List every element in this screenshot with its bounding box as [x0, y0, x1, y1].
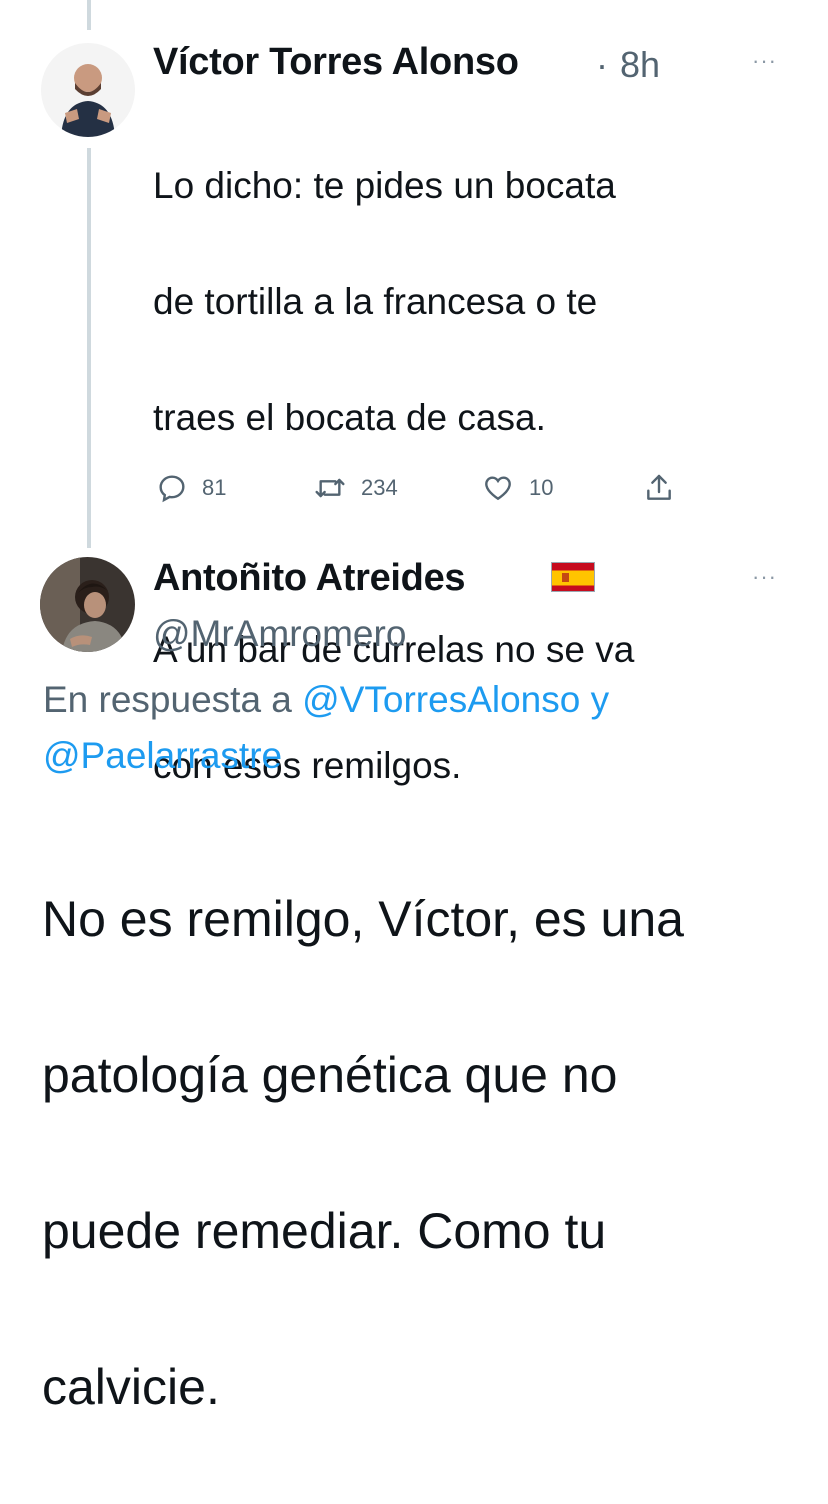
tweet-text-2: No es remilgo, Víctor, es una patología …	[42, 802, 812, 1504]
tweet2-line-1: No es remilgo, Víctor, es una	[42, 891, 684, 947]
author-handle[interactable]: @MrAmromero	[153, 613, 406, 655]
tweet-line-3: traes el bocata de casa.	[153, 397, 546, 438]
spain-flag-icon	[551, 562, 595, 592]
more-options-icon[interactable]: ···	[752, 48, 777, 74]
reply-context: En respuesta a @VTorresAlonso y @Paelarr…	[43, 672, 803, 784]
tweet-line-2: de tortilla a la francesa o te	[153, 281, 598, 322]
author-name[interactable]: Víctor Torres Alonso	[153, 41, 519, 84]
mention-join: y	[580, 679, 610, 720]
heart-icon	[485, 476, 511, 501]
thread-line-top	[87, 0, 91, 30]
mention-vtorresalonso[interactable]: @VTorresAlonso	[302, 679, 580, 720]
like-count: 10	[529, 475, 554, 500]
tweet2-line-4: calvicie.	[42, 1359, 220, 1415]
reply-count: 81	[202, 475, 227, 500]
retweet-icon	[315, 478, 345, 498]
tweet-line-1: Lo dicho: te pides un bocata	[153, 165, 616, 206]
tweet-time[interactable]: 8h	[620, 44, 660, 86]
share-button[interactable]	[643, 470, 689, 506]
retweet-count: 234	[361, 475, 398, 500]
tweet2-line-3: puede remediar. Como tu	[42, 1203, 607, 1259]
thread-line	[87, 148, 91, 548]
reply-icon	[159, 475, 185, 503]
like-button[interactable]: 10	[481, 470, 553, 506]
share-icon	[647, 474, 671, 500]
avatar-antonito[interactable]	[40, 557, 135, 652]
tweet-line-4	[153, 505, 803, 563]
reply-button[interactable]: 81	[156, 470, 226, 506]
avatar-victor[interactable]	[41, 43, 135, 137]
mention-paelarrastre[interactable]: @Paelarrastre	[43, 735, 282, 776]
retweet-button[interactable]: 234	[313, 470, 398, 506]
reply-prefix: En respuesta a	[43, 679, 303, 720]
tweet2-line-2: patología genética que no	[42, 1047, 618, 1103]
more-options-icon-2[interactable]: ···	[752, 564, 777, 590]
author-name-2[interactable]: Antoñito Atreides	[153, 557, 466, 600]
tweet-separator-dot: ·	[596, 44, 608, 85]
